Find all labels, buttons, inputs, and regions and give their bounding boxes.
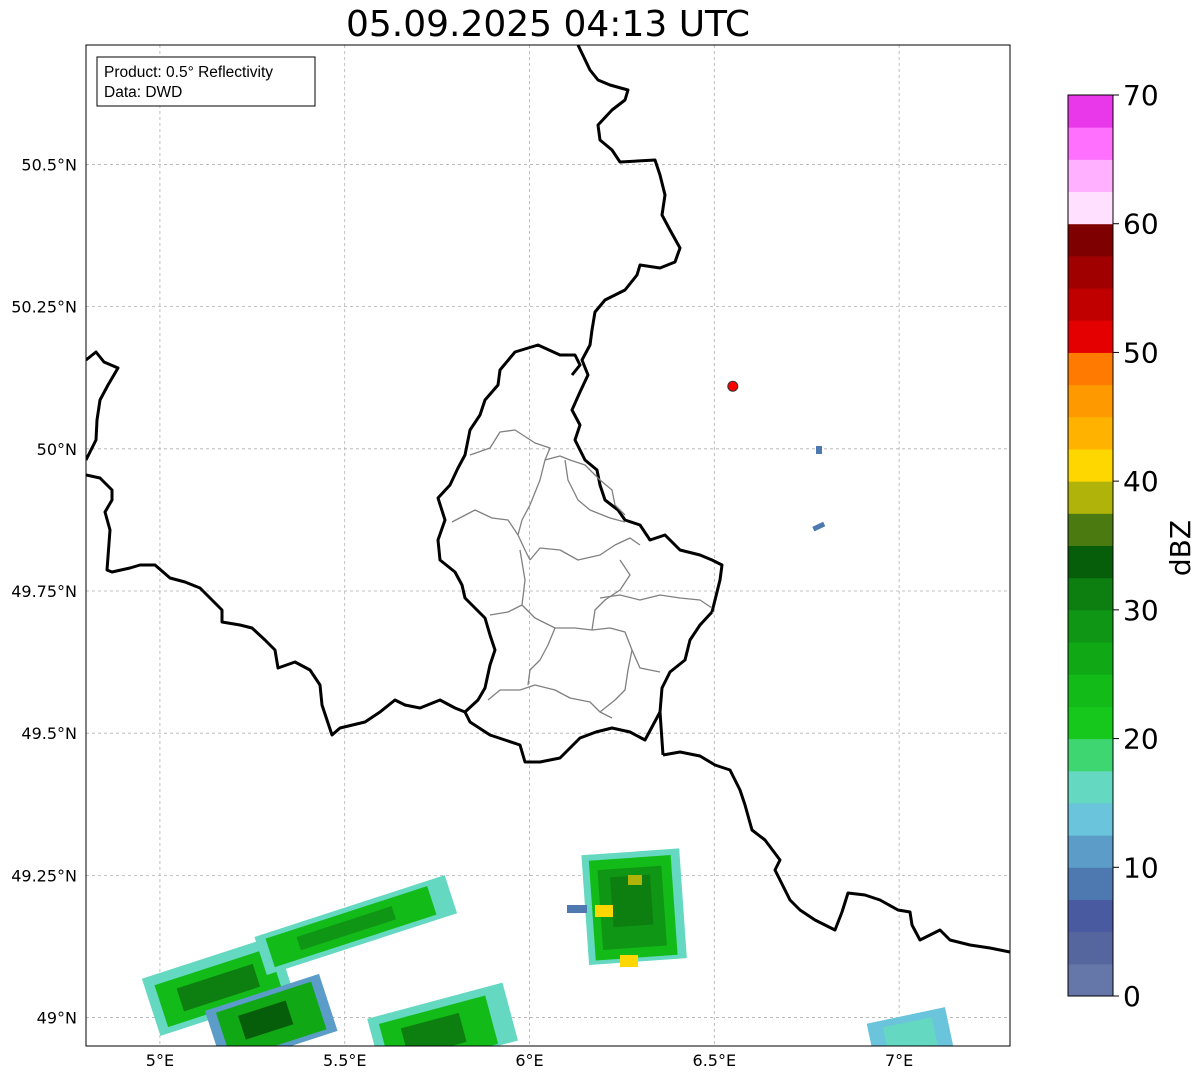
colorbar-segment xyxy=(1068,867,1113,900)
colorbar-segment xyxy=(1068,384,1113,418)
colorbar-segment xyxy=(1068,416,1113,450)
colorbar-segment xyxy=(1068,642,1113,675)
colorbar-tick-label: 40 xyxy=(1123,465,1159,498)
colorbar-segment xyxy=(1068,674,1113,707)
colorbar-segment xyxy=(1068,159,1113,193)
colorbar-segment xyxy=(1068,899,1113,933)
colorbar-segment xyxy=(1068,191,1113,225)
colorbar-tick-label: 50 xyxy=(1123,336,1159,369)
colorbar-segment xyxy=(1068,835,1113,868)
colorbar-segment xyxy=(1068,481,1113,514)
colorbar-segment xyxy=(1068,288,1113,321)
colorbar-segment xyxy=(1068,609,1113,643)
colorbar-segment xyxy=(1068,448,1113,482)
colorbar-label: dBZ xyxy=(1164,520,1197,576)
colorbar-segment xyxy=(1068,738,1113,772)
colorbar-segment xyxy=(1068,577,1113,611)
colorbar-segment xyxy=(1068,770,1113,804)
colorbar-segment xyxy=(1068,127,1113,160)
colorbar-segment xyxy=(1068,545,1113,579)
colorbar-tick-label: 20 xyxy=(1123,723,1159,756)
colorbar-tick-label: 0 xyxy=(1123,980,1141,1013)
colorbar-segment xyxy=(1068,513,1113,546)
colorbar-ticks: 0 10 20 30 40 50 60 70 xyxy=(1113,79,1159,1013)
colorbar-segment xyxy=(1068,255,1113,289)
colorbar-segment xyxy=(1068,931,1113,965)
colorbar-segment xyxy=(1068,352,1113,386)
colorbar-tick-label: 70 xyxy=(1123,79,1159,112)
colorbar-segment xyxy=(1068,320,1113,353)
colorbar-segment xyxy=(1068,706,1113,740)
colorbar: 0 10 20 30 40 50 60 70 dBZ xyxy=(1067,79,1197,1013)
colorbar-segment xyxy=(1068,963,1113,997)
colorbar-segment xyxy=(1068,223,1113,257)
colorbar-tick-label: 10 xyxy=(1123,851,1159,884)
colorbar-segments xyxy=(1068,95,1113,997)
colorbar-tick-label: 60 xyxy=(1123,208,1159,241)
colorbar-segment xyxy=(1068,802,1113,836)
colorbar-segment xyxy=(1068,95,1113,128)
colorbar-tick-label: 30 xyxy=(1123,594,1159,627)
